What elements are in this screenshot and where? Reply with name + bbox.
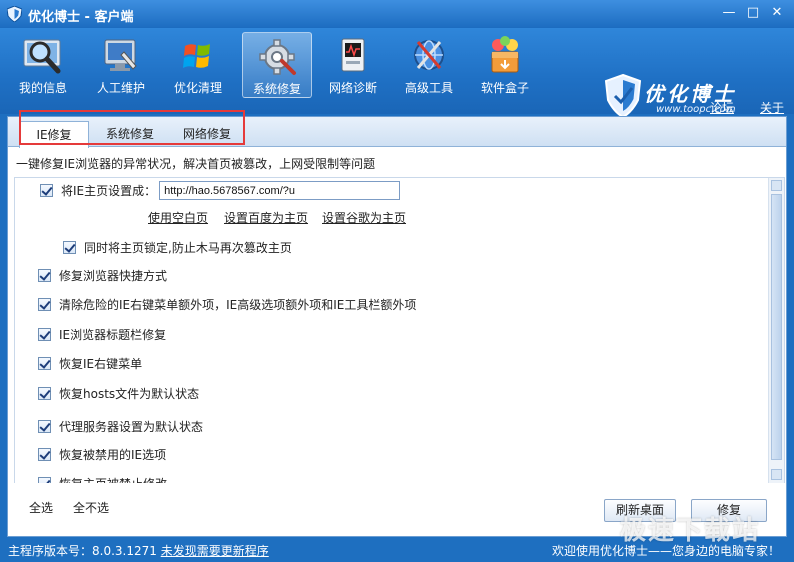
option-checkbox[interactable] xyxy=(38,448,51,461)
option-label: 恢复IE右键菜单 xyxy=(59,357,143,371)
toolbar-item-manual-maintenance[interactable]: 人工维护 xyxy=(86,32,156,98)
option-row: 恢复hosts文件为默认状态 xyxy=(38,385,199,402)
toolbar-label: 软件盒子 xyxy=(480,81,529,95)
option-row: 清除危险的IE右键菜单额外项，IE高级选项额外项和IE工具栏额外项 xyxy=(38,296,416,313)
lock-homepage-row: 同时将主页锁定,防止木马再次篡改主页 xyxy=(63,239,292,256)
shield-app-icon xyxy=(7,6,22,22)
option-checkbox[interactable] xyxy=(38,420,51,433)
tab-system-repair[interactable]: 系统修复 xyxy=(94,121,166,147)
option-row: 恢复被禁用的IE选项 xyxy=(38,446,166,463)
option-label: IE浏览器标题栏修复 xyxy=(59,328,167,342)
option-row: 恢复主页被禁止修改 xyxy=(38,475,167,483)
option-label: 恢复被禁用的IE选项 xyxy=(59,448,167,462)
toolbar-item-software-box[interactable]: 软件盒子 xyxy=(470,32,540,98)
option-checkbox[interactable] xyxy=(38,387,51,400)
option-row: 恢复IE右键菜单 xyxy=(38,355,142,372)
option-checkbox[interactable] xyxy=(38,357,51,370)
toolbar-item-network-diagnosis[interactable]: 网络诊断 xyxy=(318,32,388,98)
title-bar[interactable]: 优化博士 - 客户端 — □ ✕ xyxy=(0,0,794,28)
toolbar-label: 高级工具 xyxy=(404,81,453,95)
scroll-up-icon[interactable] xyxy=(771,180,782,191)
shield-logo-icon xyxy=(604,74,642,118)
about-link[interactable]: 关于 xyxy=(760,101,784,115)
toolbar-label: 优化清理 xyxy=(173,81,222,95)
use-blank-page-link[interactable]: 使用空白页 xyxy=(148,209,208,226)
option-row: IE浏览器标题栏修复 xyxy=(38,326,166,343)
toolbar-label: 我的信息 xyxy=(18,81,67,95)
toolbar-label: 系统修复 xyxy=(252,82,301,96)
vertical-scrollbar[interactable] xyxy=(768,178,784,483)
tab-strip: IE修复 系统修复 网络修复 xyxy=(8,117,786,148)
app-window: 优化博士 - 客户端 — □ ✕ 我的信息 人工维护 优化清理 系统修复 网络诊… xyxy=(0,0,794,562)
scroll-thumb[interactable] xyxy=(771,194,782,460)
window-title: 优化博士 - 客户端 xyxy=(28,10,134,25)
homepage-checkbox[interactable] xyxy=(40,184,53,197)
gear-icon xyxy=(259,39,296,75)
option-checkbox[interactable] xyxy=(38,477,51,483)
version-label: 主程序版本号：8.0.3.1271 xyxy=(8,544,157,558)
update-link[interactable]: 未发现需要更新程序 xyxy=(161,544,269,558)
toolbar-item-advanced-tools[interactable]: 高级工具 xyxy=(394,32,464,98)
option-label: 恢复hosts文件为默认状态 xyxy=(59,387,200,401)
version-info: 主程序版本号：8.0.3.1271 未发现需要更新程序 xyxy=(8,542,269,559)
content-area: IE修复 系统修复 网络修复 一键修复IE浏览器的异常状况，解决首页被篡改，上网… xyxy=(7,110,787,537)
option-checkbox[interactable] xyxy=(38,269,51,282)
option-checkbox[interactable] xyxy=(38,298,51,311)
toolbar-item-my-info[interactable]: 我的信息 xyxy=(8,32,78,98)
option-label: 修复浏览器快捷方式 xyxy=(59,269,168,283)
select-all-link[interactable]: 全选 xyxy=(29,499,53,516)
homepage-label: 将IE主页设置成： xyxy=(61,184,157,198)
tab-network-repair[interactable]: 网络修复 xyxy=(171,121,243,147)
toolbar-label: 人工维护 xyxy=(96,81,145,95)
site-watermark: 极速下载站 xyxy=(620,516,761,546)
set-baidu-home-link[interactable]: 设置百度为主页 xyxy=(224,209,308,226)
windows-logo-icon xyxy=(183,44,210,68)
option-label: 同时将主页锁定,防止木马再次篡改主页 xyxy=(84,241,292,255)
homepage-url-input[interactable] xyxy=(159,181,401,200)
option-row: 代理服务器设置为默认状态 xyxy=(38,418,203,435)
toolbar-label: 网络诊断 xyxy=(328,81,377,95)
software-box-icon xyxy=(491,36,519,73)
close-icon[interactable]: ✕ xyxy=(766,4,788,24)
option-row: 修复浏览器快捷方式 xyxy=(38,267,167,284)
option-checkbox[interactable] xyxy=(38,328,51,341)
page-description: 一键修复IE浏览器的异常状况，解决首页被篡改，上网受限制等问题 xyxy=(16,157,376,171)
main-toolbar: 我的信息 人工维护 优化清理 系统修复 网络诊断 高级工具 软件盒子 优化博士 … xyxy=(0,28,794,118)
scroll-down-icon[interactable] xyxy=(771,469,782,480)
forum-link[interactable]: 论坛 xyxy=(710,101,734,115)
window-controls: — □ ✕ xyxy=(716,4,788,24)
top-links: 论坛 关于 xyxy=(710,99,794,116)
globe-tools-icon xyxy=(414,40,444,70)
network-monitor-icon xyxy=(341,38,365,72)
tab-ie-repair[interactable]: IE修复 xyxy=(19,121,89,148)
option-label: 清除危险的IE右键菜单额外项，IE高级选项额外项和IE工具栏额外项 xyxy=(59,298,417,312)
toolbar-item-optimize-clean[interactable]: 优化清理 xyxy=(163,32,233,98)
maximize-icon[interactable]: □ xyxy=(742,4,764,24)
homepage-row: 将IE主页设置成： xyxy=(40,181,401,200)
select-none-link[interactable]: 全不选 xyxy=(73,499,109,516)
options-panel: 将IE主页设置成： 使用空白页 设置百度为主页 设置谷歌为主页 同时将主页锁定,… xyxy=(14,177,785,483)
monitor-wrench-icon xyxy=(104,39,137,71)
option-label: 恢复主页被禁止修改 xyxy=(59,475,167,483)
lock-homepage-checkbox[interactable] xyxy=(63,241,76,254)
toolbar-item-system-repair[interactable]: 系统修复 xyxy=(242,32,312,98)
set-google-home-link[interactable]: 设置谷歌为主页 xyxy=(322,209,406,226)
minimize-icon[interactable]: — xyxy=(718,4,740,24)
magnifier-icon xyxy=(23,39,61,74)
option-label: 代理服务器设置为默认状态 xyxy=(59,420,204,434)
